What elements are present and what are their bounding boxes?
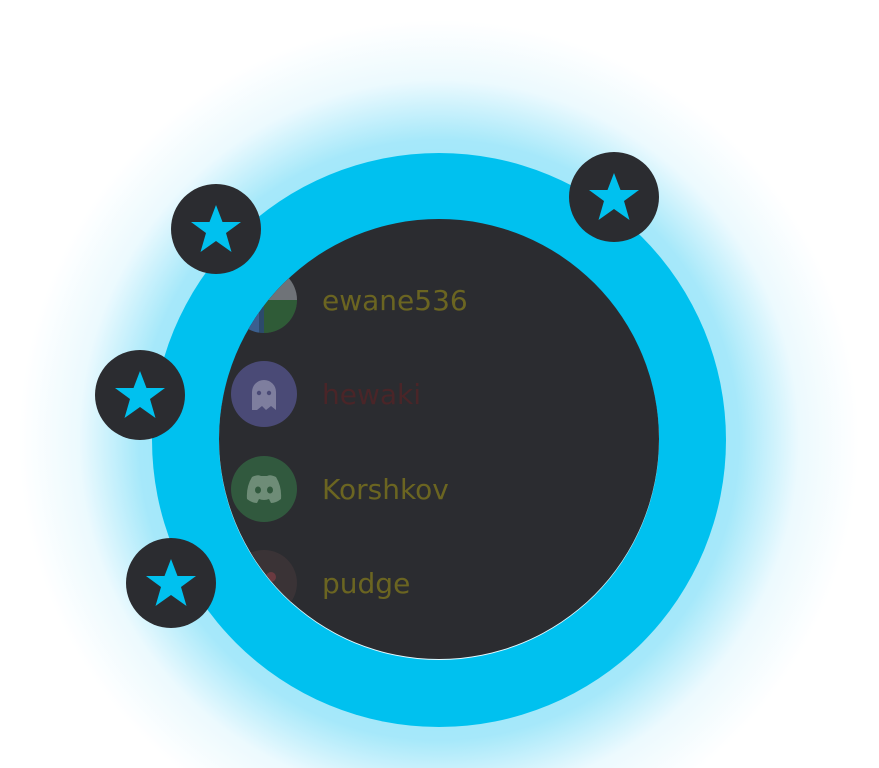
star-badge[interactable]	[95, 350, 185, 440]
list-item[interactable]: hewaki	[231, 361, 421, 427]
username: hewaki	[322, 377, 422, 411]
discord-logo-icon	[231, 456, 297, 522]
ghost-icon	[231, 361, 297, 427]
canvas: ewane536 hewaki Korshkov pudge	[0, 0, 879, 768]
star-icon	[115, 371, 165, 418]
star-badge[interactable]	[569, 152, 659, 242]
username: pudge	[322, 566, 411, 600]
star-icon	[146, 559, 196, 606]
user-list-disc: ewane536 hewaki Korshkov pudge	[219, 219, 659, 659]
list-item[interactable]: pudge	[231, 550, 410, 616]
dark-avatar-icon	[231, 550, 297, 616]
username: Korshkov	[322, 472, 449, 506]
star-icon	[589, 173, 639, 220]
username: ewane536	[322, 283, 468, 317]
list-item[interactable]: ewane536	[231, 267, 468, 333]
star-icon	[191, 205, 241, 252]
multicolor-avatar-icon	[231, 267, 297, 333]
star-badge[interactable]	[126, 538, 216, 628]
star-badge[interactable]	[171, 184, 261, 274]
list-item[interactable]: Korshkov	[231, 456, 449, 522]
